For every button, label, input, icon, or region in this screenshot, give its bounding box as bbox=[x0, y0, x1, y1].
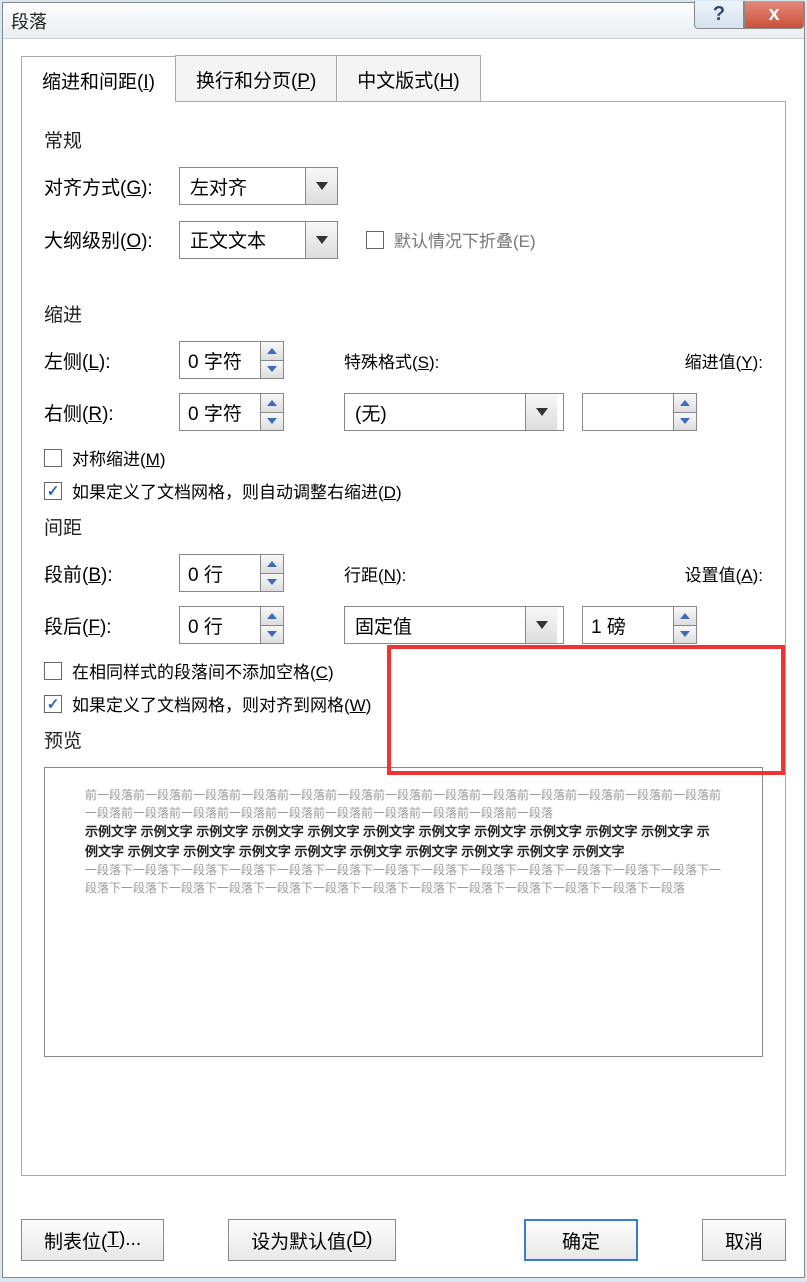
spin-down-icon[interactable] bbox=[674, 413, 696, 431]
alignment-label: 对齐方式(G): bbox=[44, 173, 179, 200]
outline-combo[interactable] bbox=[179, 221, 338, 259]
cancel-button[interactable]: 取消 bbox=[702, 1219, 786, 1261]
autogrid-label: 如果定义了文档网格，则自动调整右缩进(D) bbox=[72, 478, 402, 503]
close-button[interactable]: x bbox=[744, 1, 804, 29]
at-spinner[interactable] bbox=[582, 606, 697, 644]
nosamestyle-label: 在相同样式的段落间不添加空格(C) bbox=[72, 658, 334, 683]
special-combo[interactable] bbox=[344, 393, 564, 431]
collapse-label: 默认情况下折叠(E) bbox=[394, 227, 536, 252]
indent-by-value[interactable] bbox=[583, 394, 673, 430]
spin-up-icon[interactable] bbox=[261, 342, 283, 361]
dialog-content: 缩进和间距(I) 换行和分页(P) 中文版式(H) 常规 对齐方式(G): 大纲… bbox=[3, 39, 804, 1207]
special-label: 特殊格式(S): bbox=[344, 348, 504, 373]
outline-label: 大纲级别(O): bbox=[44, 226, 179, 253]
help-button[interactable]: ? bbox=[694, 1, 744, 29]
spin-down-icon[interactable] bbox=[261, 574, 283, 592]
indent-by-label: 缩进值(Y): bbox=[685, 348, 763, 373]
section-general: 常规 bbox=[44, 126, 763, 153]
spin-down-icon[interactable] bbox=[674, 626, 696, 644]
preview-text: 前一段落前一段落前一段落前一段落前一段落前一段落前一段落前一段落前一段落前一段落… bbox=[85, 786, 722, 897]
linespace-label: 行距(N): bbox=[344, 561, 504, 586]
ok-button[interactable]: 确定 bbox=[524, 1219, 638, 1261]
chevron-down-icon[interactable] bbox=[525, 394, 557, 430]
no-space-same-style-checkbox[interactable]: 在相同样式的段落间不添加空格(C) bbox=[44, 658, 763, 683]
mirror-indent-checkbox[interactable]: 对称缩进(M) bbox=[44, 445, 763, 470]
space-before-spinner[interactable] bbox=[179, 554, 284, 592]
outline-value[interactable] bbox=[180, 222, 305, 258]
tab-strip: 缩进和间距(I) 换行和分页(P) 中文版式(H) bbox=[21, 55, 786, 102]
indent-left-value[interactable] bbox=[180, 342, 260, 378]
preview-box: 前一段落前一段落前一段落前一段落前一段落前一段落前一段落前一段落前一段落前一段落… bbox=[44, 767, 763, 1057]
indent-right-spinner[interactable] bbox=[179, 393, 284, 431]
alignment-value[interactable] bbox=[180, 168, 305, 204]
at-label: 设置值(A): bbox=[685, 561, 763, 586]
mirror-label: 对称缩进(M) bbox=[72, 445, 166, 470]
tab-panel: 常规 对齐方式(G): 大纲级别(O): 默认情况下折叠(E) bbox=[21, 102, 786, 1176]
spin-down-icon[interactable] bbox=[261, 626, 283, 644]
section-preview: 预览 bbox=[44, 726, 763, 753]
linespace-value[interactable] bbox=[345, 607, 525, 643]
space-after-label: 段后(F): bbox=[44, 612, 179, 639]
spin-up-icon[interactable] bbox=[261, 607, 283, 626]
spin-up-icon[interactable] bbox=[674, 394, 696, 413]
space-after-value[interactable] bbox=[180, 607, 260, 643]
chevron-down-icon[interactable] bbox=[305, 222, 337, 258]
linespace-combo[interactable] bbox=[344, 606, 564, 644]
space-before-label: 段前(B): bbox=[44, 560, 179, 587]
section-indent: 缩进 bbox=[44, 300, 763, 327]
spin-up-icon[interactable] bbox=[261, 555, 283, 574]
tabs-button[interactable]: 制表位(T)... bbox=[21, 1219, 164, 1261]
spin-down-icon[interactable] bbox=[261, 413, 283, 431]
indent-left-spinner[interactable] bbox=[179, 341, 284, 379]
dialog-title: 段落 bbox=[11, 8, 47, 34]
chevron-down-icon[interactable] bbox=[525, 607, 557, 643]
chevron-down-icon[interactable] bbox=[305, 168, 337, 204]
indent-right-label: 右侧(R): bbox=[44, 399, 179, 426]
set-default-button[interactable]: 设为默认值(D) bbox=[228, 1219, 395, 1261]
section-spacing: 间距 bbox=[44, 513, 763, 540]
indent-left-label: 左侧(L): bbox=[44, 347, 179, 374]
titlebar: 段落 ? x bbox=[3, 3, 804, 39]
alignment-combo[interactable] bbox=[179, 167, 338, 205]
paragraph-dialog: 段落 ? x 缩进和间距(I) 换行和分页(P) 中文版式(H) 常规 对齐方式… bbox=[2, 2, 805, 1278]
tab-line-page-breaks[interactable]: 换行和分页(P) bbox=[175, 55, 337, 101]
space-after-spinner[interactable] bbox=[179, 606, 284, 644]
tab-asian-typography[interactable]: 中文版式(H) bbox=[336, 55, 480, 101]
special-value[interactable] bbox=[345, 394, 525, 430]
spin-up-icon[interactable] bbox=[674, 607, 696, 626]
snapgrid-label: 如果定义了文档网格，则对齐到网格(W) bbox=[72, 691, 371, 716]
at-value[interactable] bbox=[583, 607, 673, 643]
button-row: 制表位(T)... 设为默认值(D) 确定 取消 bbox=[3, 1207, 804, 1277]
space-before-value[interactable] bbox=[180, 555, 260, 591]
snap-to-grid-checkbox[interactable]: 如果定义了文档网格，则对齐到网格(W) bbox=[44, 691, 763, 716]
autogrid-indent-checkbox[interactable]: 如果定义了文档网格，则自动调整右缩进(D) bbox=[44, 478, 763, 503]
tab-indent-spacing[interactable]: 缩进和间距(I) bbox=[21, 56, 176, 102]
indent-by-spinner[interactable] bbox=[582, 393, 697, 431]
spin-down-icon[interactable] bbox=[261, 361, 283, 379]
indent-right-value[interactable] bbox=[180, 394, 260, 430]
spin-up-icon[interactable] bbox=[261, 394, 283, 413]
collapse-checkbox: 默认情况下折叠(E) bbox=[366, 227, 536, 252]
